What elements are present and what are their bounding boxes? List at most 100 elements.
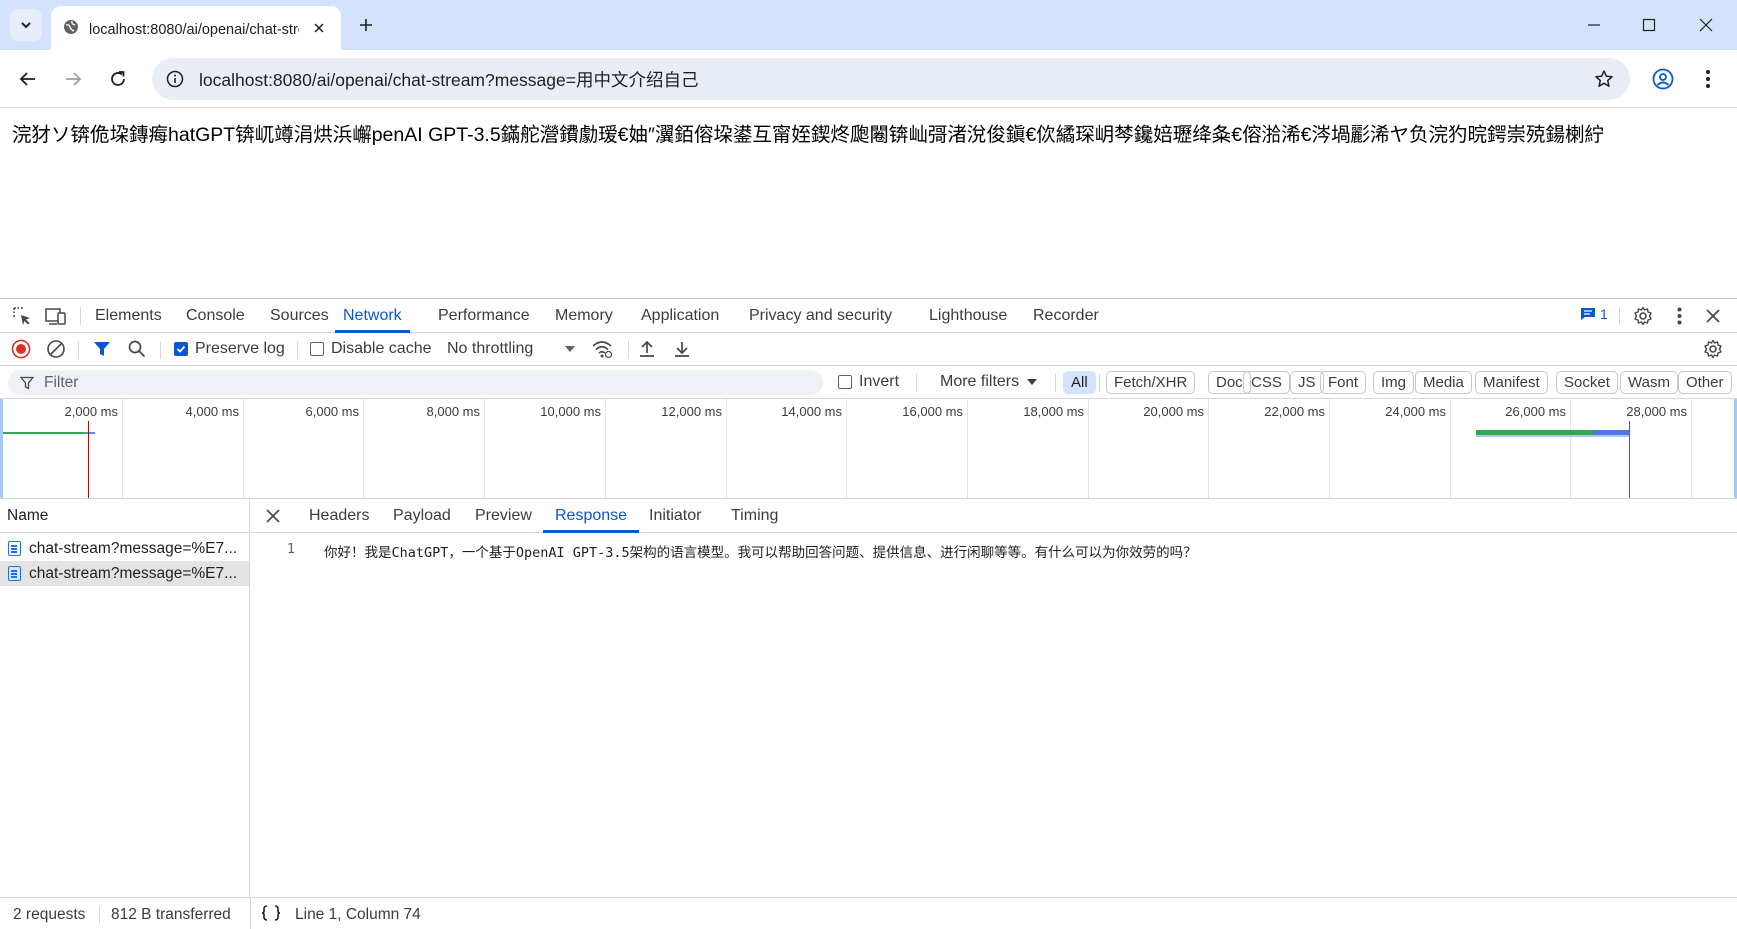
devtools-panel: Elements Console Sources Network Perform… (0, 298, 1737, 929)
requests-panel: Name chat-stream?message=%E7... chat-str… (0, 499, 250, 897)
tab-title: localhost:8080/ai/openai/chat-stream?mes… (89, 21, 299, 38)
forward-icon[interactable] (57, 63, 89, 95)
tab-recorder[interactable]: Recorder (1033, 299, 1099, 333)
network-settings-icon[interactable] (1702, 338, 1724, 360)
message-icon (1581, 308, 1595, 320)
menu-icon[interactable] (1692, 63, 1724, 95)
filter-type-socket[interactable]: Socket (1556, 371, 1618, 394)
status-bar: 2 requests 812 B transferred Line 1, Col… (0, 897, 1737, 929)
network-overview[interactable]: 2,000 ms 4,000 ms 6,000 ms 8,000 ms 10,000 m… (0, 399, 1737, 499)
tab-sources[interactable]: Sources (270, 299, 329, 333)
clear-icon[interactable] (45, 338, 67, 360)
pretty-print-icon[interactable] (260, 904, 282, 927)
response-text[interactable]: 你好！我是ChatGPT，一个基于OpenAI GPT-3.5架构的语言模型。我… (324, 541, 1197, 561)
throttling-select[interactable]: No throttling (447, 340, 533, 358)
filter-type-other[interactable]: Other (1678, 371, 1732, 394)
filter-type-font[interactable]: Font (1320, 371, 1367, 394)
toolbar-divider (1055, 374, 1056, 392)
disable-cache-checkbox[interactable]: Disable cache (310, 340, 432, 358)
star-icon[interactable] (1592, 67, 1616, 91)
invert-checkbox[interactable]: Invert (838, 373, 899, 391)
filter-type-media[interactable]: Media (1415, 371, 1472, 394)
filter-type-manifest[interactable]: Manifest (1475, 371, 1548, 394)
request-count: 2 requests (13, 906, 86, 923)
filter-type-img[interactable]: Img (1373, 371, 1415, 394)
tab-network[interactable]: Network (335, 299, 410, 333)
tab-performance[interactable]: Performance (438, 299, 530, 333)
checkbox-unchecked-icon[interactable] (310, 342, 324, 356)
cursor-position: Line 1, Column 74 (295, 906, 421, 923)
tab-preview[interactable]: Preview (475, 499, 532, 533)
more-filters-label: More filters (940, 373, 1020, 390)
minimize-icon[interactable] (1574, 10, 1614, 40)
device-toolbar-icon[interactable] (45, 305, 67, 327)
back-icon[interactable] (12, 63, 44, 95)
timeline-tick-label: 12,000 ms (661, 404, 722, 419)
upload-icon[interactable] (636, 338, 658, 360)
checkbox-checked-icon[interactable] (174, 342, 188, 356)
filter-input[interactable]: Filter (8, 370, 823, 395)
filter-icon[interactable] (91, 338, 113, 360)
response-line[interactable]: 1 你好！我是ChatGPT，一个基于OpenAI GPT-3.5架构的语言模型… (251, 541, 1197, 561)
issues-badge[interactable]: 1 (1580, 306, 1608, 322)
timeline-tick-label: 14,000 ms (781, 404, 842, 419)
filter-type-all[interactable]: All (1063, 371, 1096, 394)
more-options-icon[interactable] (1668, 305, 1690, 327)
stop-recording-icon[interactable] (10, 338, 32, 360)
name-column-header[interactable]: Name (0, 499, 249, 533)
tab-lighthouse[interactable]: Lighthouse (929, 299, 1007, 333)
network-toolbar: Preserve log Disable cache No throttling (0, 333, 1737, 366)
more-filters-dropdown[interactable]: More filters (940, 373, 1038, 391)
tab-payload[interactable]: Payload (393, 499, 451, 533)
profile-icon[interactable] (1647, 63, 1679, 95)
overview-left-handle[interactable] (0, 399, 3, 498)
address-bar[interactable]: localhost:8080/ai/openai/chat-stream?mes… (152, 58, 1630, 100)
disable-cache-label: Disable cache (331, 340, 432, 357)
search-icon[interactable] (126, 338, 148, 360)
timeline-tick-label: 18,000 ms (1023, 404, 1084, 419)
list-item[interactable]: chat-stream?message=%E7... (0, 536, 249, 561)
list-item[interactable]: chat-stream?message=%E7... (0, 561, 249, 586)
filter-type-css[interactable]: CSS (1243, 371, 1290, 394)
filter-type-js[interactable]: JS (1290, 371, 1324, 394)
window-close-icon[interactable] (1686, 10, 1726, 40)
reload-icon[interactable] (102, 63, 134, 95)
toolbar-divider (1099, 374, 1100, 392)
timeline-tick-label: 22,000 ms (1264, 404, 1325, 419)
timeline-grid-line (726, 399, 727, 498)
devtools-tab-bar: Elements Console Sources Network Perform… (0, 299, 1737, 333)
plus-icon[interactable] (352, 11, 380, 39)
network-conditions-icon[interactable] (591, 338, 613, 360)
tab-search-icon[interactable] (10, 9, 42, 41)
tab-timing[interactable]: Timing (731, 499, 778, 533)
browser-tab[interactable]: localhost:8080/ai/openai/chat-stream?mes… (51, 6, 341, 50)
inspect-element-icon[interactable] (11, 305, 33, 327)
site-info-icon[interactable] (154, 58, 196, 100)
timeline-tick-label: 24,000 ms (1385, 404, 1446, 419)
tab-response[interactable]: Response (543, 499, 640, 533)
tab-console[interactable]: Console (186, 299, 245, 333)
filter-type-wasm[interactable]: Wasm (1620, 371, 1678, 394)
tab-application[interactable]: Application (641, 299, 719, 333)
close-devtools-icon[interactable] (1702, 305, 1724, 327)
preserve-log-checkbox[interactable]: Preserve log (174, 340, 285, 358)
close-icon[interactable] (264, 507, 282, 525)
timeline-tick-label: 4,000 ms (185, 404, 239, 419)
tab-headers[interactable]: Headers (309, 499, 369, 533)
download-icon[interactable] (671, 338, 693, 360)
chevron-down-icon[interactable] (565, 346, 575, 352)
close-icon[interactable] (309, 18, 329, 38)
tab-elements[interactable]: Elements (95, 299, 162, 333)
toolbar-divider (99, 906, 100, 923)
tab-memory[interactable]: Memory (555, 299, 613, 333)
maximize-icon[interactable] (1629, 10, 1669, 40)
settings-icon[interactable] (1632, 305, 1654, 327)
toolbar-divider (160, 341, 161, 359)
url-text[interactable]: localhost:8080/ai/openai/chat-stream?mes… (199, 67, 698, 92)
timeline-tick-label: 16,000 ms (902, 404, 963, 419)
filter-type-fetch-xhr[interactable]: Fetch/XHR (1106, 371, 1196, 394)
tab-privacy-and-security[interactable]: Privacy and security (749, 299, 892, 333)
checkbox-unchecked-icon[interactable] (838, 375, 852, 389)
tab-initiator[interactable]: Initiator (649, 499, 701, 533)
request-detail-panel: Headers Payload Preview Response Initiat… (251, 499, 1737, 897)
